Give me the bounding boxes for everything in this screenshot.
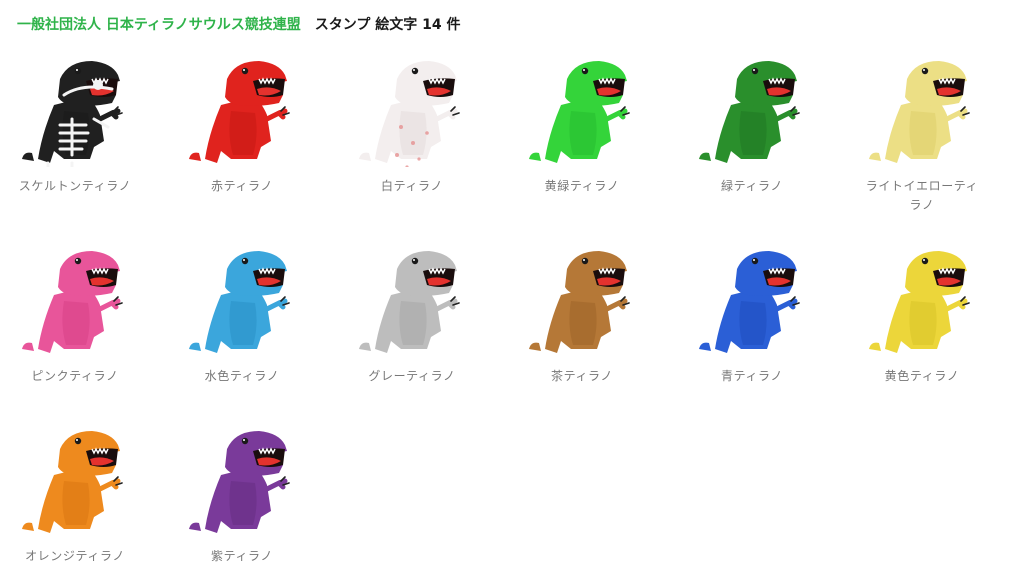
emoji-label: ピンクティラノ	[31, 369, 119, 383]
emoji-label: 黄色ティラノ	[884, 369, 960, 383]
emoji-item[interactable]: グレーティラノ	[347, 245, 477, 386]
emoji-label: ライトイエローティラノ	[865, 179, 979, 212]
dinosaur-emoji-image[interactable]	[517, 245, 647, 357]
dinosaur-emoji-image[interactable]	[857, 245, 987, 357]
emoji-item[interactable]: スケルトンティラノ	[10, 55, 140, 196]
dinosaur-emoji-image[interactable]	[177, 245, 307, 357]
emoji-item[interactable]: ライトイエローティラノ	[857, 55, 987, 215]
dinosaur-emoji-image[interactable]	[177, 55, 307, 167]
emoji-label: オレンジティラノ	[25, 549, 125, 563]
emoji-label: 白ティラノ	[380, 179, 444, 193]
dinosaur-emoji-image[interactable]	[177, 425, 307, 537]
emoji-item[interactable]: 黄色ティラノ	[857, 245, 987, 386]
emoji-label: 緑ティラノ	[720, 179, 784, 193]
emoji-label: 赤ティラノ	[210, 179, 274, 193]
emoji-item[interactable]: 茶ティラノ	[517, 245, 647, 386]
emoji-label: 黄緑ティラノ	[544, 179, 620, 193]
dinosaur-emoji-image[interactable]	[347, 245, 477, 357]
emoji-label: 青ティラノ	[720, 369, 784, 383]
emoji-item[interactable]: 緑ティラノ	[687, 55, 817, 196]
dinosaur-emoji-image[interactable]	[10, 245, 140, 357]
emoji-item[interactable]: 黄緑ティラノ	[517, 55, 647, 196]
publisher-link[interactable]: 一般社団法人 日本ティラノサウルス競技連盟	[17, 14, 301, 34]
emoji-item[interactable]: 赤ティラノ	[177, 55, 307, 196]
dinosaur-emoji-image[interactable]	[687, 55, 817, 167]
emoji-item[interactable]: 水色ティラノ	[177, 245, 307, 386]
dinosaur-emoji-image[interactable]	[347, 55, 477, 167]
page-title: スタンプ 絵文字 14 件	[314, 17, 461, 33]
page-header: 一般社団法人 日本ティラノサウルス競技連盟 スタンプ 絵文字 14 件	[17, 13, 460, 35]
dinosaur-emoji-image[interactable]	[687, 245, 817, 357]
emoji-item[interactable]: 白ティラノ	[347, 55, 477, 196]
dinosaur-emoji-image[interactable]	[10, 425, 140, 537]
emoji-label: グレーティラノ	[368, 369, 456, 383]
emoji-label: 水色ティラノ	[204, 369, 280, 383]
emoji-item[interactable]: 紫ティラノ	[177, 425, 307, 566]
dinosaur-emoji-image[interactable]	[10, 55, 140, 167]
dinosaur-emoji-image[interactable]	[857, 55, 987, 167]
emoji-label: 茶ティラノ	[550, 369, 614, 383]
emoji-item[interactable]: ピンクティラノ	[10, 245, 140, 386]
emoji-item[interactable]: 青ティラノ	[687, 245, 817, 386]
dinosaur-emoji-image[interactable]	[517, 55, 647, 167]
emoji-item[interactable]: オレンジティラノ	[10, 425, 140, 566]
emoji-label: 紫ティラノ	[210, 549, 274, 563]
emoji-label: スケルトンティラノ	[18, 179, 132, 193]
